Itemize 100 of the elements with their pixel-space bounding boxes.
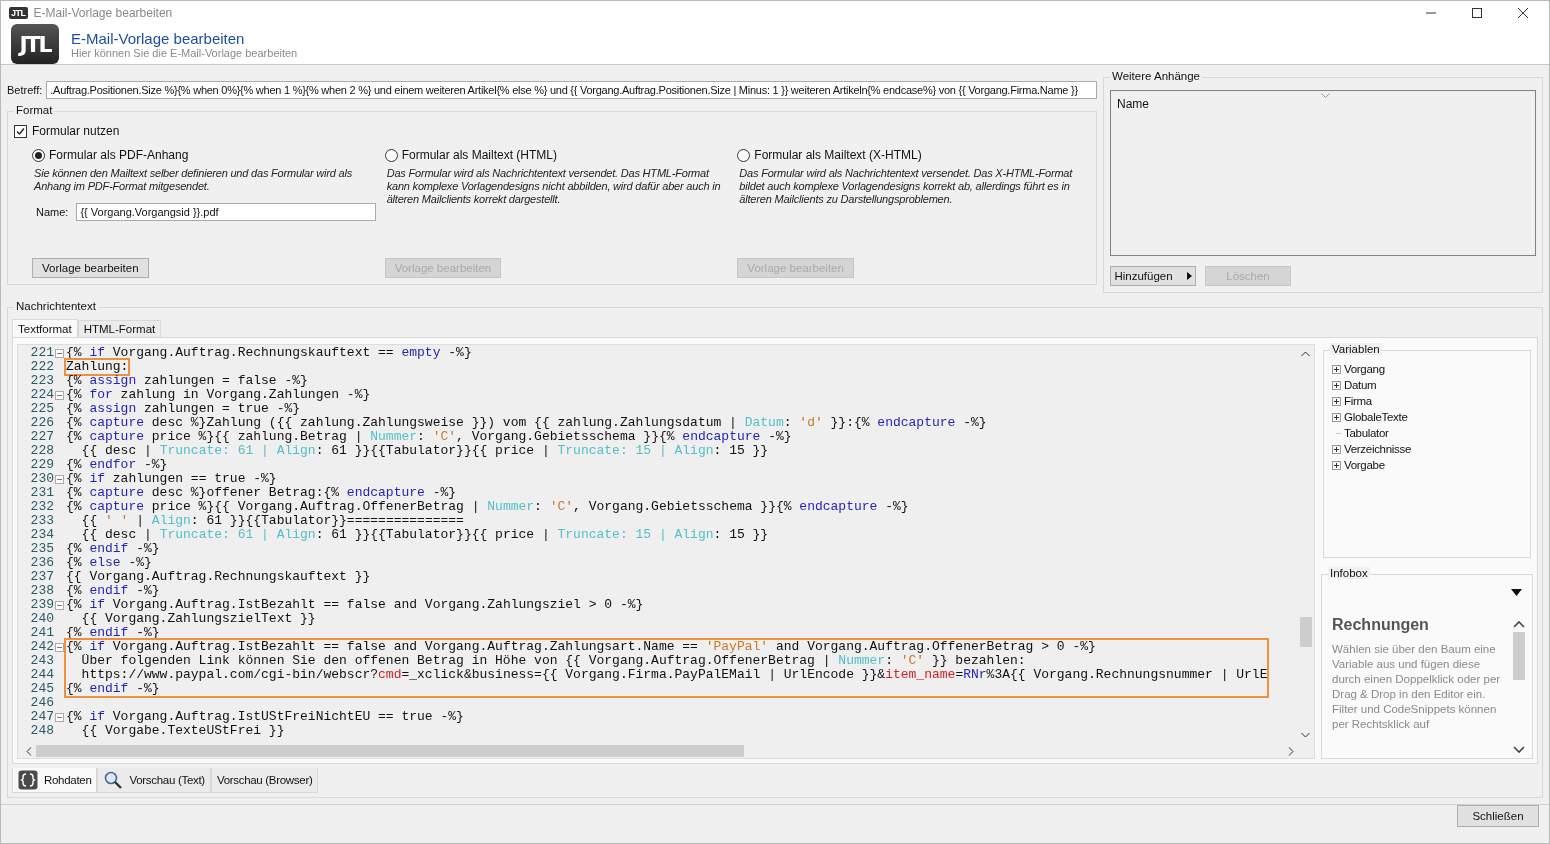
code-icon — [18, 770, 38, 790]
attachment-button[interactable]: Hinzufügen — [1110, 266, 1196, 286]
line-number: 248 — [30, 724, 54, 738]
edit-template-button[interactable]: Vorlage bearbeiten — [32, 258, 149, 278]
line-number: 242 — [30, 640, 54, 654]
subject-field[interactable]: .Auftrag.Positionen.Size %}{% when 0%}{% when 1 %}{% when 2 %} und einem weiteren Artikel{% else %} und {{ Vorgang.Auftrag.Positionen.Size | Minus: 1 }} weiteren Artikeln{% endcase%} von {{ Vorgang.Firma.Name }} — [46, 81, 1097, 99]
line-number: 231 — [30, 486, 54, 500]
line-number: 232 — [30, 500, 54, 514]
attachment-list[interactable]: Name — [1110, 90, 1536, 256]
code-line: {% assign zahlungen = true -%} — [66, 402, 302, 416]
line-number: 244 — [30, 668, 54, 682]
scroll-thumb[interactable] — [1299, 617, 1312, 647]
scroll-right-icon[interactable] — [1288, 746, 1294, 756]
fold-icon[interactable] — [55, 713, 64, 722]
app-icon: JTL — [9, 6, 28, 19]
code-line: {{ ' ' | Align: 61 }}{{Tabulator}}=============== — [80, 514, 465, 528]
code-line: {% endif -%} — [66, 682, 161, 696]
fold-icon[interactable] — [55, 643, 64, 652]
tab[interactable]: Textformat — [12, 319, 78, 337]
line-number: 247 — [30, 710, 54, 724]
scroll-up-icon[interactable] — [1513, 620, 1525, 628]
info-heading: Rechnungen — [1332, 616, 1430, 634]
line-number: 246 — [30, 696, 54, 710]
radio-button[interactable] — [32, 148, 45, 162]
column-header: Name — [1117, 97, 1149, 111]
name-field[interactable]: {{ Vorgang.Vorgangsid }}.pdf — [76, 203, 377, 221]
tree-item[interactable]: Verzeichnisse — [1344, 443, 1412, 455]
subject-label: Betreff: — [7, 84, 43, 96]
code-line: {{ Vorgang.ZahlungszielText }} — [80, 612, 317, 626]
view-tab[interactable]: Vorschau (Browser) — [210, 768, 319, 793]
line-number: 235 — [30, 542, 54, 556]
code-line: {% if zahlungen == true -%} — [66, 472, 278, 486]
code-line: {% capture price %}{{ Vorgang.Auftrag.OffenerBetrag | Nummer: 'C', Vorgang.Gebietsschema }}{% endcapture -%} — [66, 500, 910, 514]
code-line: {% capture desc %}offener Betrag:{% endcapture -%} — [66, 486, 458, 500]
line-number: 239 — [30, 598, 54, 612]
option-description: Das Formular wird als Nachrichtentext versendet. Das X-HTML-Format bildet auch komplexe Vorlagendesigns korrekt ab, allerdings führt es in älteren Mailclients zu Darstellungsproblemen. — [739, 167, 1074, 206]
maximize-icon[interactable] — [1471, 6, 1483, 19]
code-line: {% if Vorgang.Auftrag.IstUStFreiNichtEU == true -%} — [66, 710, 464, 724]
code-line: Zahlung: — [66, 360, 129, 374]
tree-item[interactable]: Vorgabe — [1344, 459, 1385, 471]
line-number: 226 — [30, 416, 54, 430]
header-subtitle: Hier können Sie die E-Mail-Vorlage bearbeiten — [71, 46, 298, 59]
expand-icon[interactable] — [1332, 444, 1341, 454]
close-icon[interactable] — [1517, 6, 1529, 19]
tree-item[interactable]: GlobaleTexte — [1344, 411, 1408, 423]
line-number: 238 — [30, 584, 54, 598]
option-description: Das Formular wird als Nachrichtentext versendet. Das HTML-Format kann komplexe Vorlagendesigns nicht abbilden, wird dafür aber auch in älteren Mailclients korrekt dargestellt. — [386, 167, 722, 206]
caret-icon — [1186, 272, 1192, 280]
line-number: 233 — [30, 514, 54, 528]
checkbox[interactable] — [14, 124, 27, 138]
view-tab[interactable]: Rohdaten — [12, 768, 98, 793]
expand-icon[interactable] — [1332, 364, 1341, 374]
expand-icon[interactable] — [1332, 380, 1341, 390]
group-title: Infobox — [1328, 567, 1370, 579]
line-number: 225 — [30, 402, 54, 416]
group-title: Variablen — [1330, 343, 1382, 355]
logo: JTL — [11, 24, 59, 64]
code-line: Über folgenden Link können Sie den offenen Betrag in Höhe von {{ Vorgang.Auftrag.OffenerBetrag | Nummer: 'C' }} bezahlen: — [80, 654, 1027, 668]
line-number: 227 — [30, 430, 54, 444]
scroll-down-icon[interactable] — [1513, 746, 1525, 754]
line-number: 223 — [30, 374, 54, 388]
tree-item[interactable]: Firma — [1344, 395, 1372, 407]
radio-label: Formular als PDF-Anhang — [49, 148, 189, 162]
scroll-thumb[interactable] — [1513, 632, 1525, 680]
radio-button[interactable] — [737, 148, 751, 162]
tree-item[interactable]: Datum — [1344, 379, 1377, 391]
sort-icon — [1321, 93, 1330, 98]
tab[interactable]: HTML-Format — [77, 320, 162, 337]
expand-icon[interactable] — [1332, 412, 1341, 422]
line-number: 237 — [30, 570, 54, 584]
radio-label: Formular als Mailtext (X-HTML) — [754, 148, 922, 162]
group-title: Nachrichtentext — [14, 300, 98, 312]
code-line: {% capture price %}{{ zahlung.Betrag | Nummer: 'C', Vorgang.Gebietsschema }}{% endcapture -%} — [66, 430, 793, 444]
checkbox-label: Formular nutzen — [32, 124, 120, 138]
fold-icon[interactable] — [55, 475, 64, 484]
close-button[interactable]: Schließen — [1457, 805, 1539, 827]
line-number: 245 — [30, 682, 54, 696]
code-line: {% else -%} — [66, 556, 153, 570]
fold-icon[interactable] — [55, 601, 64, 610]
tree-item[interactable]: Tabulator — [1344, 427, 1389, 439]
code-line: {{ desc | Truncate: 61 | Align: 61 }}{{Tabulator}}{{ price | Truncate: 15 | Align: 15 }} — [80, 528, 770, 542]
code-line: {% if Vorgang.Auftrag.IstBezahlt == false and Vorgang.Auftrag.Zahlungsart.Name == 'PayPal' and Vorgang.Auftrag.OffenerBetrag > 0 -%} — [66, 640, 1097, 654]
group-title: Format — [14, 104, 55, 116]
view-tab[interactable]: Vorschau (Text) — [97, 768, 211, 793]
code-line: {% if Vorgang.Auftrag.IstBezahlt == false and Vorgang.Zahlungsziel > 0 -%} — [66, 598, 645, 612]
line-number: 243 — [30, 654, 54, 668]
scroll-left-icon[interactable] — [26, 746, 32, 756]
code-line: {{ desc | Truncate: 61 | Align: 61 }}{{Tabulator}}{{ price | Truncate: 15 | Align: 15 }} — [80, 444, 770, 458]
expand-icon[interactable] — [1332, 460, 1341, 470]
tree-item[interactable]: Vorgang — [1344, 363, 1385, 375]
dropdown-icon[interactable] — [1511, 589, 1522, 596]
expand-icon[interactable] — [1332, 396, 1341, 406]
fold-icon[interactable] — [55, 391, 64, 400]
scroll-thumb[interactable] — [36, 745, 744, 757]
line-number: 228 — [30, 444, 54, 458]
line-number: 230 — [30, 472, 54, 486]
line-number: 222 — [30, 360, 54, 374]
radio-button[interactable] — [384, 148, 398, 162]
info-text: Wählen sie über den Baum eine Variable aus und fügen diese durch einen Doppelklick oder per Drag & Drop in den Editor ein. Filter und CodeSnippets können per Rechtsklick auf — [1332, 642, 1502, 732]
fold-icon[interactable] — [55, 349, 64, 358]
